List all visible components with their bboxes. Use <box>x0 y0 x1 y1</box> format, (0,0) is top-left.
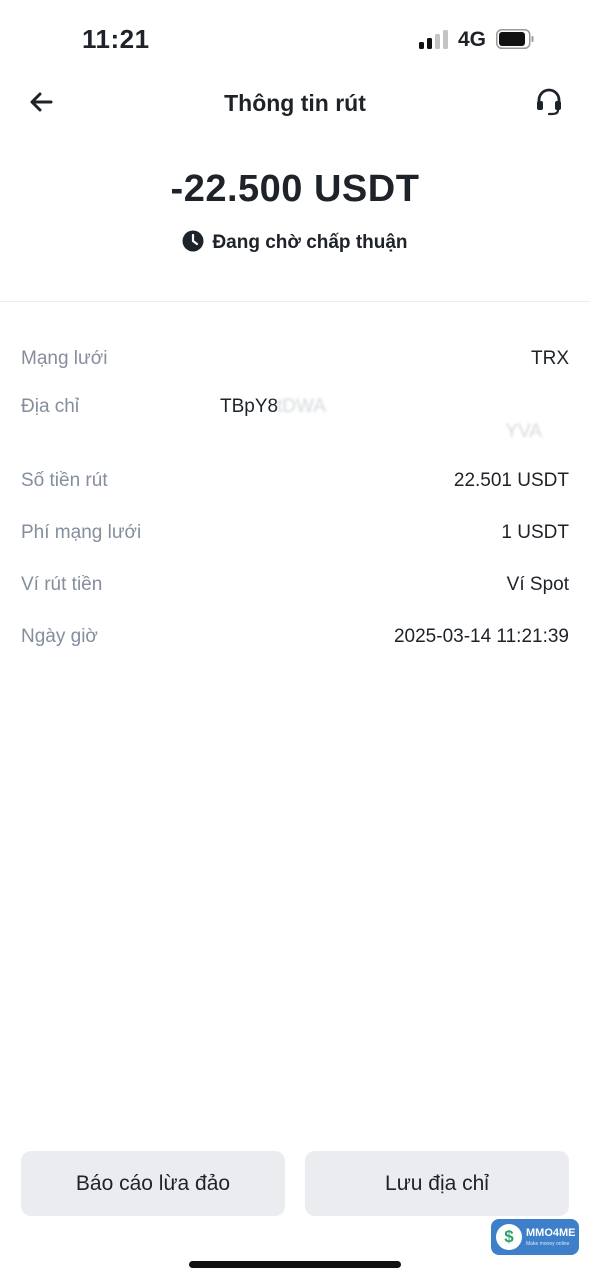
datetime-value: 2025-03-14 11:21:39 <box>393 626 569 647</box>
address-value-visible[interactable]: TBpY8 <box>220 396 278 418</box>
section-divider <box>0 301 590 302</box>
network-value: TRX <box>531 348 569 369</box>
address-value-obscured-line2: YVA <box>505 421 542 442</box>
wallet-label: Ví rút tiền <box>21 574 103 595</box>
watermark-tagline: Make money online <box>526 1241 570 1247</box>
amount-value: 22.501 USDT <box>453 470 569 491</box>
fee-label: Phí mạng lưới <box>21 522 142 543</box>
signal-icon <box>419 29 451 49</box>
home-indicator[interactable] <box>189 1261 401 1268</box>
address-label: Địa chỉ <box>21 396 80 417</box>
network-label: Mạng lưới <box>21 348 108 369</box>
headset-support-icon[interactable] <box>534 86 564 118</box>
top-navigation: Thông tin rút <box>0 72 590 136</box>
address-value-obscured: tDWA <box>277 396 326 417</box>
status-badge: Đang chờ chấp thuận <box>0 230 590 254</box>
battery-icon <box>496 29 534 49</box>
network-type: 4G <box>458 28 487 51</box>
status-text: Đang chờ chấp thuận <box>212 232 408 253</box>
report-scam-button[interactable]: Báo cáo lừa đảo <box>21 1151 285 1216</box>
clock-icon <box>182 230 204 252</box>
dollar-coin-icon: $ <box>496 1224 522 1250</box>
wallet-value: Ví Spot <box>506 574 569 595</box>
page-title: Thông tin rút <box>224 90 366 116</box>
fee-value: 1 USDT <box>501 522 569 543</box>
withdrawal-amount: -22.500 USDT <box>170 168 420 210</box>
status-bar: 11:21 4G <box>0 0 590 80</box>
watermark-logo: $ MMO4ME Make money online <box>491 1219 579 1255</box>
save-address-button[interactable]: Lưu địa chỉ <box>305 1151 569 1216</box>
status-time: 11:21 <box>82 24 150 54</box>
watermark-brand: MMO4ME <box>526 1227 576 1239</box>
datetime-label: Ngày giờ <box>21 626 98 647</box>
amount-label: Số tiền rút <box>21 470 108 491</box>
detail-row-address: Địa chỉ TBpY8 tDWA YVA <box>21 396 569 448</box>
